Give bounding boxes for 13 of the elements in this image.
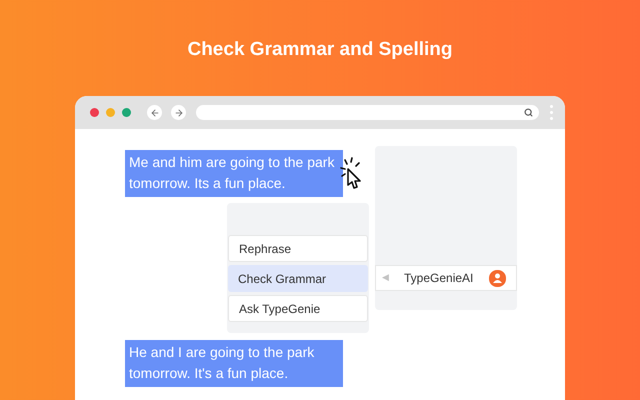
menu-item[interactable]: Ask TypeGenie <box>228 295 368 322</box>
menu-item[interactable]: Check Grammar <box>228 265 368 292</box>
corrected-text: He and I are going to the park tomorrow. It's a fun place. <box>125 340 343 387</box>
person-logo-icon <box>489 270 506 286</box>
pointer-cursor-icon <box>339 156 363 190</box>
search-icon[interactable] <box>524 108 533 117</box>
extension-name: TypeGenieAI <box>404 270 474 287</box>
extension-bar[interactable]: ◀ TypeGenieAI <box>375 265 517 291</box>
selected-text: Me and him are going to the park tomorrow. Its a fun place. <box>125 150 343 197</box>
back-icon[interactable] <box>147 105 162 120</box>
menu-item[interactable]: Rephrase <box>228 235 368 262</box>
headline: Check Grammar and Spelling <box>187 38 453 62</box>
forward-icon[interactable] <box>171 105 186 120</box>
